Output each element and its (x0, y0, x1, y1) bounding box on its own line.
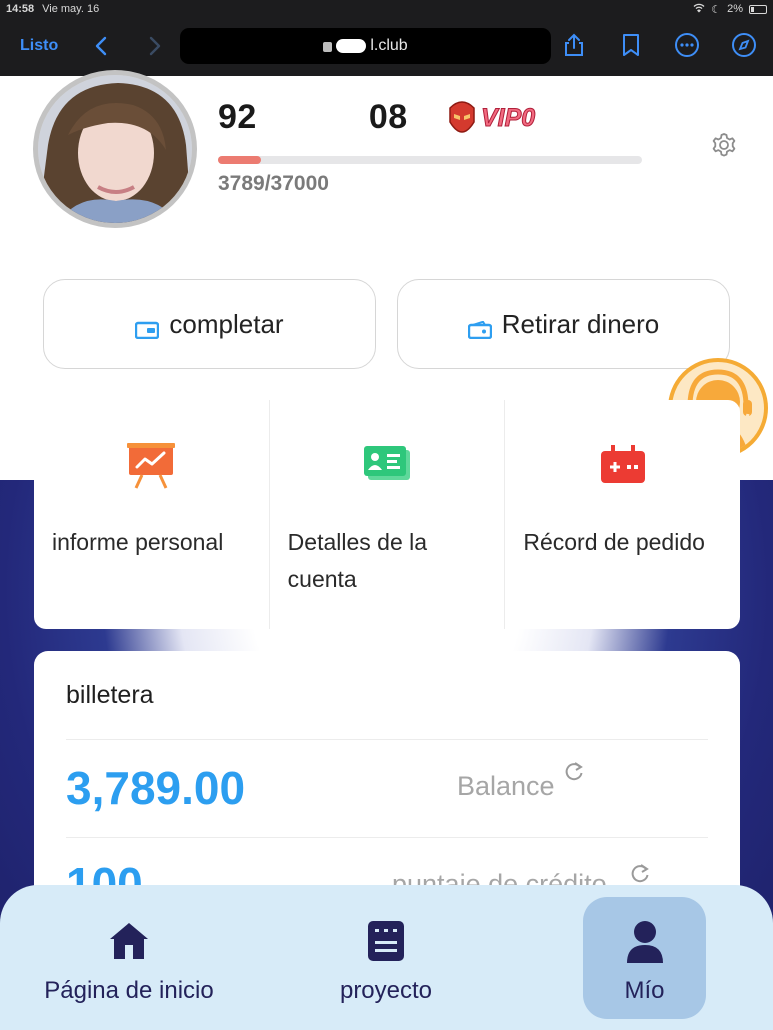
bookmark-icon[interactable] (618, 32, 644, 58)
username: 92 08 (218, 98, 408, 137)
avatar[interactable] (33, 70, 197, 228)
status-time: 14:58 (6, 3, 35, 15)
nav-project[interactable]: proyecto (288, 885, 484, 1030)
project-list-icon (363, 919, 409, 963)
forward-arrow-icon[interactable] (148, 35, 162, 63)
url-text: l.club (370, 37, 408, 54)
share-icon[interactable] (561, 32, 587, 58)
feature-grid: informe personal Detalles de la cuenta R… (34, 400, 740, 629)
compass-icon[interactable] (731, 32, 757, 58)
more-icon[interactable] (674, 32, 700, 58)
report-chart-icon (126, 442, 176, 490)
status-date: Vie may. 16 (42, 3, 100, 15)
complete-button[interactable]: completar (43, 279, 376, 369)
complete-label: completar (169, 308, 284, 339)
balance-value: 3,789.00 (66, 762, 246, 814)
level-progress-text: 3789/37000 (218, 172, 329, 195)
status-icons: ☾ 2% (693, 3, 767, 16)
refresh-credit-icon[interactable] (629, 863, 651, 885)
divider (66, 837, 708, 838)
order-record-icon (598, 442, 648, 490)
lock-icon (323, 42, 333, 52)
status-bar: 14:58 Vie may. 16 ☾ 2% (0, 0, 773, 18)
gear-icon[interactable] (708, 130, 740, 162)
wifi-icon (693, 3, 705, 16)
nav-project-label: proyecto (339, 977, 433, 1004)
vip-label: VIP0 (480, 104, 536, 133)
username-end: 08 (368, 98, 408, 136)
home-icon (106, 919, 152, 963)
divider (66, 739, 708, 740)
vip-helmet-icon (446, 98, 478, 139)
nav-home-label: Página de inicio (44, 977, 214, 1004)
nav-home[interactable]: Página de inicio (20, 885, 238, 1030)
feature-account-details[interactable]: Detalles de la cuenta (270, 400, 506, 629)
balance-label: Balance (457, 771, 555, 801)
id-card-icon (362, 442, 412, 490)
username-start: 92 (218, 98, 257, 136)
wallet-icon (135, 315, 160, 340)
nav-mine-label: Mío (624, 977, 665, 1004)
withdraw-button[interactable]: Retirar dinero (397, 279, 730, 369)
feature-personal-report-label: informe personal (52, 529, 224, 555)
done-button[interactable]: Listo (20, 37, 58, 55)
nav-mine[interactable]: Mío (583, 885, 706, 1030)
username-redaction (256, 104, 369, 135)
wallet-title: billetera (66, 681, 154, 709)
back-arrow-icon[interactable] (94, 35, 108, 63)
refresh-balance-icon[interactable] (563, 761, 585, 783)
battery-percent: 2% (727, 3, 743, 15)
url-redaction (336, 39, 367, 53)
battery-icon (749, 4, 767, 14)
moon-icon: ☾ (711, 3, 722, 16)
bottom-navigation: Página de inicio proyecto Mío (0, 885, 773, 1030)
feature-order-record[interactable]: Récord de pedido (505, 400, 740, 629)
withdraw-label: Retirar dinero (501, 308, 660, 339)
user-profile-icon (622, 919, 668, 963)
level-progress-bar (218, 156, 642, 164)
feature-account-details-label: Detalles de la cuenta (287, 529, 428, 592)
url-bar[interactable]: l.club (180, 28, 551, 64)
feature-order-record-label: Récord de pedido (523, 529, 705, 555)
wallet-withdraw-icon (467, 315, 492, 340)
browser-toolbar: Listo l.club (0, 18, 773, 76)
feature-personal-report[interactable]: informe personal (34, 400, 270, 629)
level-progress-fill (218, 156, 262, 164)
vip-badge: VIP0 (446, 98, 536, 139)
